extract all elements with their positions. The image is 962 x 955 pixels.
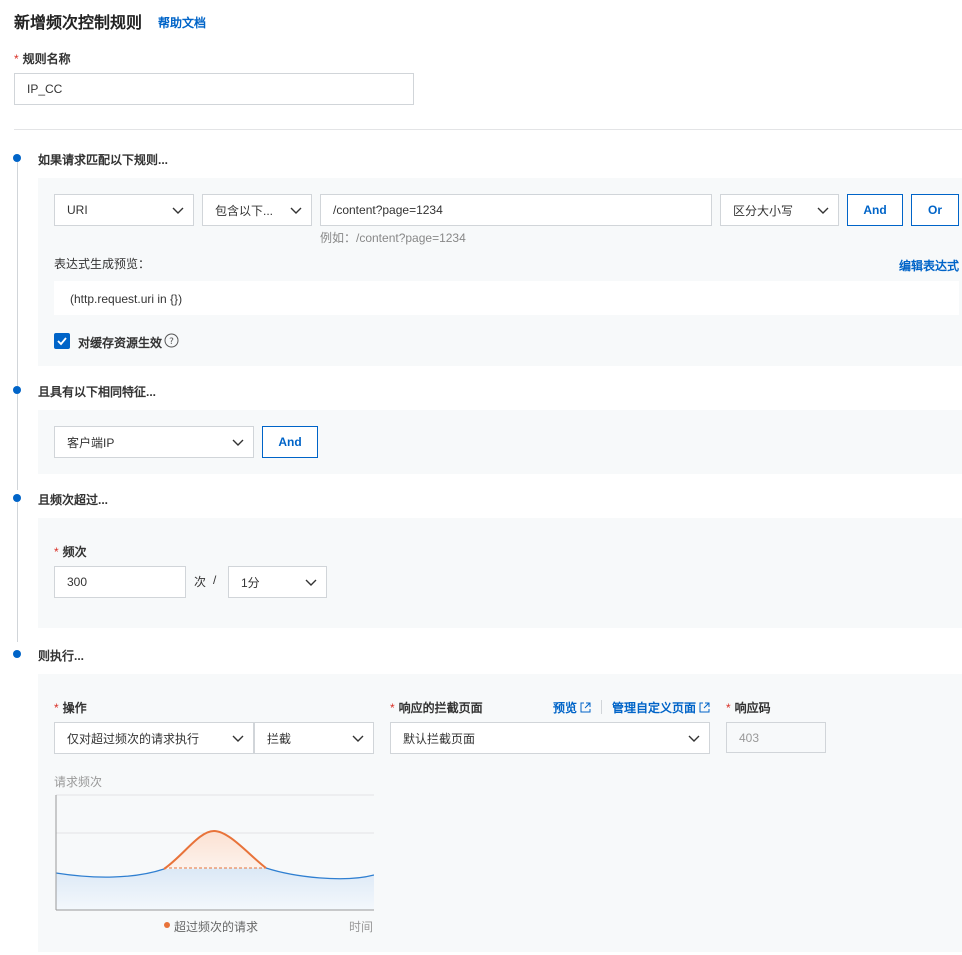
required-mark: * <box>54 701 59 715</box>
required-mark: * <box>14 52 19 66</box>
block-page-select[interactable]: 默认拦截页面 <box>390 722 710 754</box>
operation-scope-select[interactable]: 仅对超过频次的请求执行 <box>54 722 254 754</box>
case-sensitivity-value: 区分大小写 <box>733 203 794 218</box>
match-operator-select[interactable]: 包含以下... <box>202 194 312 226</box>
required-mark: * <box>726 701 731 715</box>
chevron-down-icon <box>172 207 184 214</box>
preview-link-text: 预览 <box>553 701 578 715</box>
block-page-label: * 响应的拦截页面 <box>390 699 483 716</box>
operation-label-text: 操作 <box>62 701 87 715</box>
step-dot <box>13 650 21 658</box>
external-link-icon <box>580 702 591 713</box>
chevron-down-icon <box>290 207 302 214</box>
feature-section-title: 且具有以下相同特征... <box>38 385 157 399</box>
rule-name-label: * 规则名称 <box>14 50 71 67</box>
cache-checkbox-label: 对缓存资源生效 <box>78 336 163 350</box>
frequency-section-title: 且频次超过... <box>38 493 109 507</box>
case-sensitivity-select[interactable]: 区分大小写 <box>720 194 839 226</box>
divider <box>14 129 962 130</box>
frequency-count-input[interactable]: 300 <box>54 566 186 598</box>
expression-preview-box: (http.request.uri in {}) <box>54 281 959 315</box>
feature-value: 客户端IP <box>67 435 115 450</box>
manage-link-text: 管理自定义页面 <box>612 701 697 715</box>
response-code-label-text: 响应码 <box>734 701 771 715</box>
help-circle-icon[interactable]: ? <box>164 333 179 348</box>
required-mark: * <box>390 701 395 715</box>
expression-preview-text: (http.request.uri in {}) <box>70 292 183 306</box>
link-divider <box>601 700 602 714</box>
external-link-icon <box>699 702 710 713</box>
match-value-hint: 例如：/content?page=1234 <box>320 231 466 245</box>
preview-link[interactable]: 预览 <box>553 699 591 716</box>
match-section-title: 如果请求匹配以下规则... <box>38 153 169 167</box>
action-section-title: 则执行... <box>38 649 85 663</box>
step-dot <box>13 386 21 394</box>
required-mark: * <box>54 545 59 559</box>
response-code-label: * 响应码 <box>726 699 771 716</box>
chevron-down-icon <box>305 579 317 586</box>
rate-illustration <box>55 794 374 911</box>
svg-text:?: ? <box>169 337 174 347</box>
chevron-down-icon <box>352 735 364 742</box>
expression-preview-label: 表达式生成预览： <box>54 257 151 271</box>
illustration-title: 请求频次 <box>54 775 103 789</box>
feature-select[interactable]: 客户端IP <box>54 426 254 458</box>
operation-scope-value: 仅对超过频次的请求执行 <box>67 731 200 746</box>
chevron-down-icon <box>688 735 700 742</box>
operation-label: * 操作 <box>54 699 87 716</box>
or-button[interactable]: Or <box>911 194 959 226</box>
edit-expression-link[interactable]: 编辑表达式 <box>899 257 959 274</box>
and-button[interactable]: And <box>847 194 903 226</box>
frequency-label-text: 频次 <box>62 545 87 559</box>
timeline-line <box>17 162 18 386</box>
operation-action-select[interactable]: 拦截 <box>254 722 374 754</box>
feature-and-button[interactable]: And <box>262 426 318 458</box>
frequency-label: * 频次 <box>54 543 87 560</box>
operation-action-value: 拦截 <box>267 731 292 746</box>
frequency-unit: 次 <box>194 575 207 589</box>
x-axis-label: 时间 <box>349 920 374 934</box>
timeline-line <box>17 502 18 642</box>
frequency-period-value: 1分 <box>241 575 260 590</box>
timeline-line <box>17 394 18 490</box>
step-dot <box>13 154 21 162</box>
legend-dot <box>164 922 170 928</box>
chevron-down-icon <box>232 735 244 742</box>
legend-label: 超过频次的请求 <box>174 920 259 934</box>
block-page-value: 默认拦截页面 <box>403 731 476 746</box>
rule-name-label-text: 规则名称 <box>22 52 71 66</box>
response-code-input: 403 <box>726 722 826 753</box>
step-dot <box>13 494 21 502</box>
rule-name-input[interactable]: IP_CC <box>14 73 414 105</box>
block-page-label-text: 响应的拦截页面 <box>398 701 483 715</box>
chevron-down-icon <box>817 207 829 214</box>
chevron-down-icon <box>232 439 244 446</box>
match-field-select[interactable]: URI <box>54 194 194 226</box>
match-value-input[interactable]: /content?page=1234 <box>320 194 712 226</box>
exceed-area <box>164 831 266 868</box>
match-field-value: URI <box>67 203 88 217</box>
manage-custom-page-link[interactable]: 管理自定义页面 <box>612 699 710 716</box>
page-title: 新增频次控制规则 <box>14 15 143 32</box>
help-doc-link[interactable]: 帮助文档 <box>158 14 206 31</box>
cache-checkbox[interactable] <box>54 333 70 349</box>
match-operator-value: 包含以下... <box>215 203 274 218</box>
baseline-area <box>56 868 374 910</box>
check-icon <box>57 337 67 346</box>
frequency-period-select[interactable]: 1分 <box>228 566 327 598</box>
frequency-separator: / <box>213 573 217 587</box>
